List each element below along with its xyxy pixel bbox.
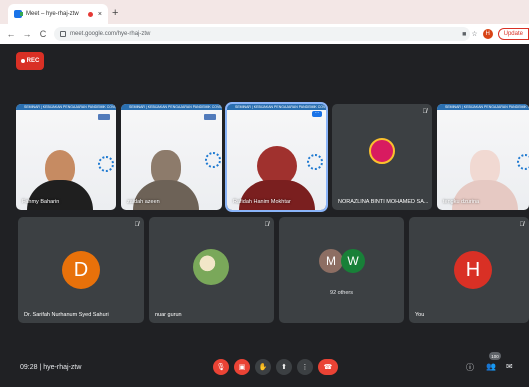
others-avatar-m: M (319, 249, 343, 273)
raise-hand-icon: ✋ (258, 364, 268, 371)
bookmark-star-icon[interactable]: ☆ (471, 30, 477, 38)
camera-off-icon: ▣ (238, 364, 246, 371)
people-icon[interactable]: 👥 (486, 362, 496, 371)
seminar-banner: SEMINAR | KEBIJAKAN PENGAJARAN PANDEMIK … (16, 104, 116, 110)
virus-graphic (205, 152, 221, 168)
participant-tile[interactable]: SEMINAR | KEBIJAKAN PENGAJARAN PANDEMIK … (121, 104, 222, 210)
meeting-time: 09:28 (20, 364, 38, 371)
profile-avatar[interactable]: H (482, 29, 493, 39)
back-button[interactable]: ← (6, 29, 16, 39)
virus-graphic (517, 154, 529, 170)
hang-up-icon: ☎ (323, 364, 333, 371)
self-initial-avatar: H (454, 251, 492, 289)
more-options-button[interactable]: ··· (312, 111, 322, 117)
participant-photo-avatar (369, 138, 395, 164)
recording-dot-icon (87, 11, 93, 17)
mic-off-button[interactable]: 🎙 (213, 359, 229, 375)
meeting-control-bar: 09:28 | hye-rhaj-ztw 🎙 ▣ ✋ ⬆ ⋮ ☎ ⓘ 100 👥… (0, 352, 529, 387)
participant-tile[interactable]: SEMINAR | KEBIJAKAN PENGAJARAN PANDEMIK … (437, 104, 529, 210)
url-text: meet.google.com/hye-rhaj-ztw (70, 31, 151, 37)
participant-tile-active[interactable]: SEMINAR | KEBIJAKAN PENGAJARAN PANDEMIK … (225, 102, 328, 212)
meeting-info: 09:28 | hye-rhaj-ztw (20, 364, 81, 371)
meet-favicon-icon (14, 10, 23, 18)
new-tab-button[interactable]: + (112, 7, 118, 19)
chat-icon[interactable]: ✉ (506, 362, 513, 371)
camera-off-button[interactable]: ▣ (234, 359, 250, 375)
seminar-banner: SEMINAR | KEBIJAKAN PENGAJARAN PANDEMIK … (121, 104, 222, 110)
info-separator: | (39, 364, 42, 371)
participant-name: You (415, 312, 425, 318)
muted-mic-icon: 🎙̸ (134, 222, 140, 228)
rec-label: REC (26, 58, 40, 64)
record-dot-icon (20, 59, 25, 63)
muted-mic-icon: 🎙̸ (519, 222, 525, 228)
recording-badge: REC (16, 52, 44, 70)
participant-name: tengku dzurina (443, 199, 480, 205)
others-avatar-w: W (341, 249, 365, 273)
participant-name: Fahmy Baharin (22, 199, 60, 205)
participant-name: Rafidah Hanim Mokhtar (233, 199, 291, 205)
muted-mic-icon: 🎙̸ (264, 222, 270, 228)
browser-toolbar: ← → C meet.google.com/hye-rhaj-ztw ■ ☆ H… (0, 24, 529, 44)
meeting-code: hye-rhaj-ztw (43, 364, 82, 371)
browser-tab-bar: Meet – hye-rhaj-ztw × + (0, 0, 529, 24)
more-options-button[interactable]: ⋮ (297, 359, 313, 375)
org-logo (204, 114, 216, 120)
forward-button[interactable]: → (22, 29, 32, 39)
participant-initial-avatar: D (62, 251, 100, 289)
present-screen-icon: ⬆ (281, 364, 287, 371)
update-button[interactable]: Update (497, 28, 529, 40)
seminar-banner: SEMINAR | KEBIJAKAN PENGAJARAN PANDEMIK … (227, 104, 326, 110)
participant-photo-avatar (193, 249, 229, 285)
lock-icon (60, 31, 66, 37)
participant-tile[interactable]: 🎙̸ NORAZLINA BINTI MOHAMED SA... (332, 104, 432, 210)
tab-close-button[interactable]: × (98, 11, 102, 18)
seminar-banner: SEMINAR | KEBIJAKAN PENGAJARAN PANDEMIK … (437, 104, 529, 110)
reload-button[interactable]: C (38, 29, 48, 39)
browser-tab[interactable]: Meet – hye-rhaj-ztw × (8, 4, 108, 24)
meeting-details-icon[interactable]: ⓘ (466, 362, 474, 373)
more-vertical-icon: ⋮ (301, 364, 309, 371)
present-button[interactable]: ⬆ (276, 359, 292, 375)
address-bar[interactable]: meet.google.com/hye-rhaj-ztw (54, 27, 470, 41)
others-tile[interactable]: M W 92 others (279, 217, 404, 323)
participant-name: Dr. Sarifah Nurhanum Syed Sahuri (24, 312, 109, 318)
leave-call-button[interactable]: ☎ (318, 359, 338, 375)
camera-indicator-icon[interactable]: ■ (462, 31, 466, 38)
participant-tile[interactable]: 🎙̸ nuar gurun (149, 217, 274, 323)
people-count-badge: 100 (489, 352, 501, 360)
tab-title: Meet – hye-rhaj-ztw (26, 11, 79, 17)
participant-tile[interactable]: SEMINAR | KEBIJAKAN PENGAJARAN PANDEMIK … (16, 104, 116, 210)
muted-mic-icon: 🎙̸ (422, 109, 428, 115)
participant-name: NORAZLINA BINTI MOHAMED SA... (338, 199, 429, 205)
others-count-label: 92 others (330, 290, 353, 296)
virus-graphic (98, 156, 114, 172)
participant-name: nuar gurun (155, 312, 182, 318)
participant-tile[interactable]: 🎙̸ D Dr. Sarifah Nurhanum Syed Sahuri (18, 217, 144, 323)
mic-off-icon: 🎙 (216, 364, 226, 371)
participant-name: zaidah azeen (127, 199, 160, 205)
self-tile[interactable]: 🎙̸ H You (409, 217, 529, 323)
org-logo (98, 114, 110, 120)
raise-hand-button[interactable]: ✋ (255, 359, 271, 375)
